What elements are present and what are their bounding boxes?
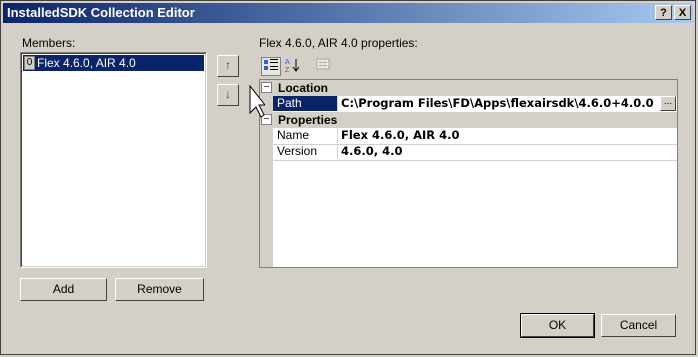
- remove-button[interactable]: Remove: [115, 278, 204, 301]
- cancel-button[interactable]: Cancel: [601, 314, 676, 337]
- svg-text:A: A: [285, 59, 290, 66]
- move-up-button[interactable]: ↑: [217, 55, 239, 77]
- alphabetical-button[interactable]: AZ: [283, 57, 303, 76]
- ok-button[interactable]: OK: [520, 313, 595, 338]
- categorized-icon: [264, 59, 278, 70]
- title-bar[interactable]: InstalledSDK Collection Editor ? X: [3, 3, 693, 23]
- move-down-button[interactable]: ↓: [217, 84, 239, 106]
- property-pages-icon: [316, 58, 330, 70]
- alphabetical-icon: AZ: [285, 59, 300, 74]
- property-grid[interactable]: − Location Path C:\Program Files\FD\Apps…: [259, 79, 678, 268]
- property-value[interactable]: Flex 4.6.0, AIR 4.0: [339, 128, 677, 143]
- property-grid-toolbar: AZ: [259, 56, 677, 78]
- category-location[interactable]: − Location: [260, 80, 677, 96]
- arrow-down-icon: ↓: [225, 87, 231, 101]
- property-row-version[interactable]: Version 4.6.0, 4.0: [260, 144, 677, 161]
- property-row-name[interactable]: Name Flex 4.6.0, AIR 4.0: [260, 128, 677, 145]
- members-listbox[interactable]: 0 Flex 4.6.0, AIR 4.0: [20, 52, 207, 268]
- properties-heading: Flex 4.6.0, AIR 4.0 properties:: [259, 36, 418, 50]
- property-name: Name: [273, 128, 338, 143]
- window-title: InstalledSDK Collection Editor: [7, 5, 195, 20]
- close-button[interactable]: X: [674, 5, 691, 20]
- mouse-pointer-icon: [249, 85, 265, 118]
- cancel-button-label: Cancel: [619, 318, 658, 332]
- categorized-button[interactable]: [261, 57, 281, 76]
- members-label: Members:: [22, 36, 76, 50]
- category-label: Location: [278, 81, 328, 95]
- svg-text:Z: Z: [285, 67, 290, 73]
- category-label: Properties: [278, 113, 338, 127]
- add-button-label: Add: [52, 282, 75, 296]
- add-button[interactable]: Add: [20, 278, 107, 301]
- property-name: Path: [273, 96, 338, 111]
- member-label: Flex 4.6.0, AIR 4.0: [37, 56, 136, 70]
- property-pages-button[interactable]: [313, 57, 333, 76]
- collection-editor-dialog: InstalledSDK Collection Editor ? X Membe…: [0, 0, 696, 355]
- help-button[interactable]: ?: [655, 5, 672, 20]
- remove-button-label: Remove: [137, 282, 182, 296]
- list-item[interactable]: 0 Flex 4.6.0, AIR 4.0: [23, 55, 204, 71]
- property-value[interactable]: 4.6.0, 4.0: [339, 144, 677, 159]
- category-properties[interactable]: − Properties: [260, 112, 677, 128]
- property-value[interactable]: C:\Program Files\FD\Apps\flexairsdk\4.6.…: [339, 96, 677, 111]
- property-row-path[interactable]: Path C:\Program Files\FD\Apps\flexairsdk…: [260, 96, 677, 113]
- browse-button[interactable]: ...: [660, 96, 676, 111]
- arrow-up-icon: ↑: [225, 58, 231, 72]
- ok-button-label: OK: [548, 318, 567, 332]
- member-index: 0: [24, 56, 35, 70]
- property-name: Version: [273, 144, 338, 159]
